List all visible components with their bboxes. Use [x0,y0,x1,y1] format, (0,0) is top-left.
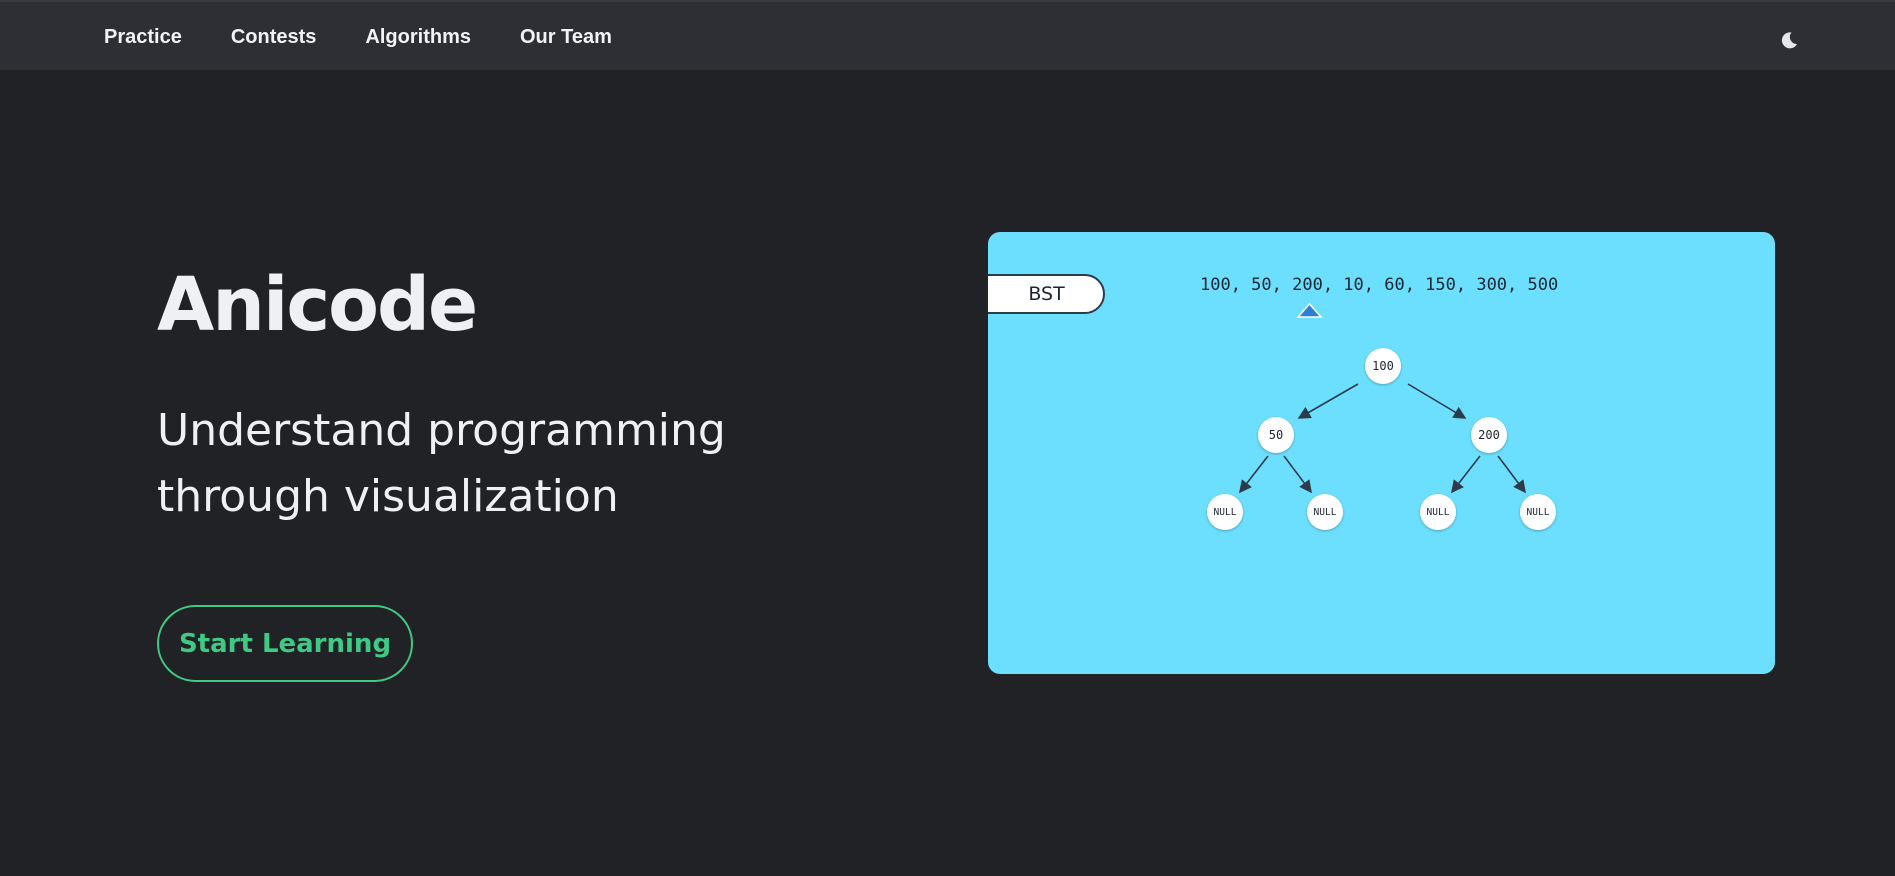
tree-node-null-3: NULL [1420,494,1456,530]
nav-link-algorithms[interactable]: Algorithms [365,26,471,49]
top-navbar: Practice Contests Algorithms Our Team [0,0,1895,70]
hero-subtitle: Understand programming through visualiza… [157,398,797,530]
edge-50-null-1 [1239,455,1269,494]
moon-icon[interactable] [1778,29,1800,51]
edge-200-null-2 [1497,455,1526,494]
edge-50-null-2 [1283,455,1312,494]
tree-node-left: 50 [1258,417,1294,453]
bst-visualization-panel: BST 100, 50, 200, 10, 60, 150, 300, 500 … [988,232,1775,674]
tree-node-right: 200 [1471,417,1507,453]
svg-text:NULL: NULL [1527,507,1550,518]
tree-node-null-1: NULL [1207,494,1243,530]
nav-links: Practice Contests Algorithms Our Team [104,26,661,49]
hero-subtitle-line-2: through visualization [157,471,619,522]
tree-node-null-2: NULL [1307,494,1343,530]
nav-link-practice[interactable]: Practice [104,26,182,49]
current-pointer-triangle [1296,302,1323,318]
svg-text:100: 100 [1372,359,1394,373]
nav-link-contests[interactable]: Contests [231,26,317,49]
tree-node-null-4: NULL [1520,494,1556,530]
bst-tree-diagram: 100 50 200 NULL NULL NULL NULL [1207,302,1556,530]
svg-text:NULL: NULL [1214,507,1237,518]
nav-link-our-team[interactable]: Our Team [520,26,612,49]
svg-text:50: 50 [1269,428,1283,442]
svg-text:NULL: NULL [1314,507,1337,518]
tree-node-root: 100 [1365,348,1401,384]
svg-text:NULL: NULL [1427,507,1450,518]
hero-subtitle-line-1: Understand programming [157,405,726,456]
edge-100-200 [1407,383,1467,419]
edge-100-50 [1297,383,1359,419]
svg-text:200: 200 [1478,428,1500,442]
start-learning-button[interactable]: Start Learning [157,605,413,682]
edge-200-null-1 [1451,455,1481,494]
hero-title: Anicode [157,262,478,348]
